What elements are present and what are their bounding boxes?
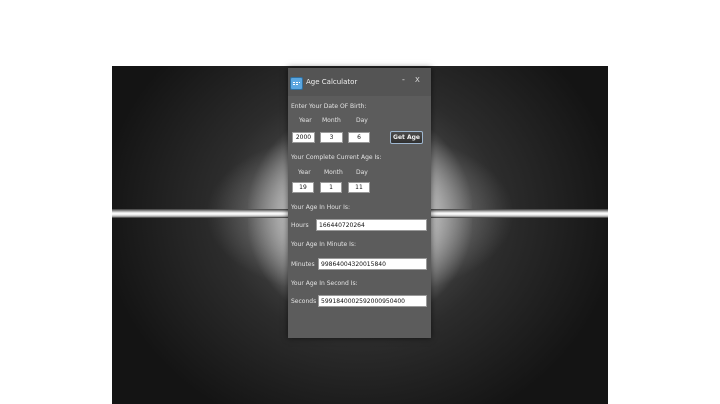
current-month-label: Month (324, 169, 343, 176)
current-day-output[interactable] (348, 182, 370, 193)
dob-day-label: Day (356, 117, 368, 124)
dob-heading: Enter Your Date OF Birth: (291, 103, 367, 110)
seconds-heading: Your Age In Second Is: (291, 280, 358, 287)
current-year-label: Year (298, 169, 311, 176)
title-bar[interactable]: Age Calculator - X (288, 68, 431, 96)
minutes-heading: Your Age In Minute Is: (291, 241, 357, 248)
minutes-output[interactable] (318, 258, 427, 270)
dob-year-label: Year (299, 117, 312, 124)
minutes-label: Minutes (291, 261, 315, 268)
window-title: Age Calculator (306, 78, 358, 86)
dob-year-input[interactable] (292, 132, 315, 143)
get-age-button[interactable]: Get Age (390, 131, 423, 144)
close-button[interactable]: X (415, 76, 420, 84)
hours-label: Hours (291, 222, 309, 229)
age-calculator-window: Age Calculator - X Enter Your Date OF Bi… (288, 68, 431, 338)
dob-month-label: Month (322, 117, 341, 124)
dob-day-input[interactable] (348, 132, 370, 143)
minimize-button[interactable]: - (402, 75, 405, 84)
seconds-label: Seconds (291, 298, 317, 305)
calendar-icon (290, 77, 303, 90)
current-year-output[interactable] (292, 182, 314, 193)
current-day-label: Day (356, 169, 368, 176)
hours-output[interactable] (316, 219, 427, 231)
current-age-heading: Your Complete Current Age Is: (291, 154, 382, 161)
current-month-output[interactable] (320, 182, 342, 193)
dob-month-input[interactable] (320, 132, 343, 143)
seconds-output[interactable] (318, 295, 427, 307)
hours-heading: Your Age In Hour Is: (291, 204, 350, 211)
